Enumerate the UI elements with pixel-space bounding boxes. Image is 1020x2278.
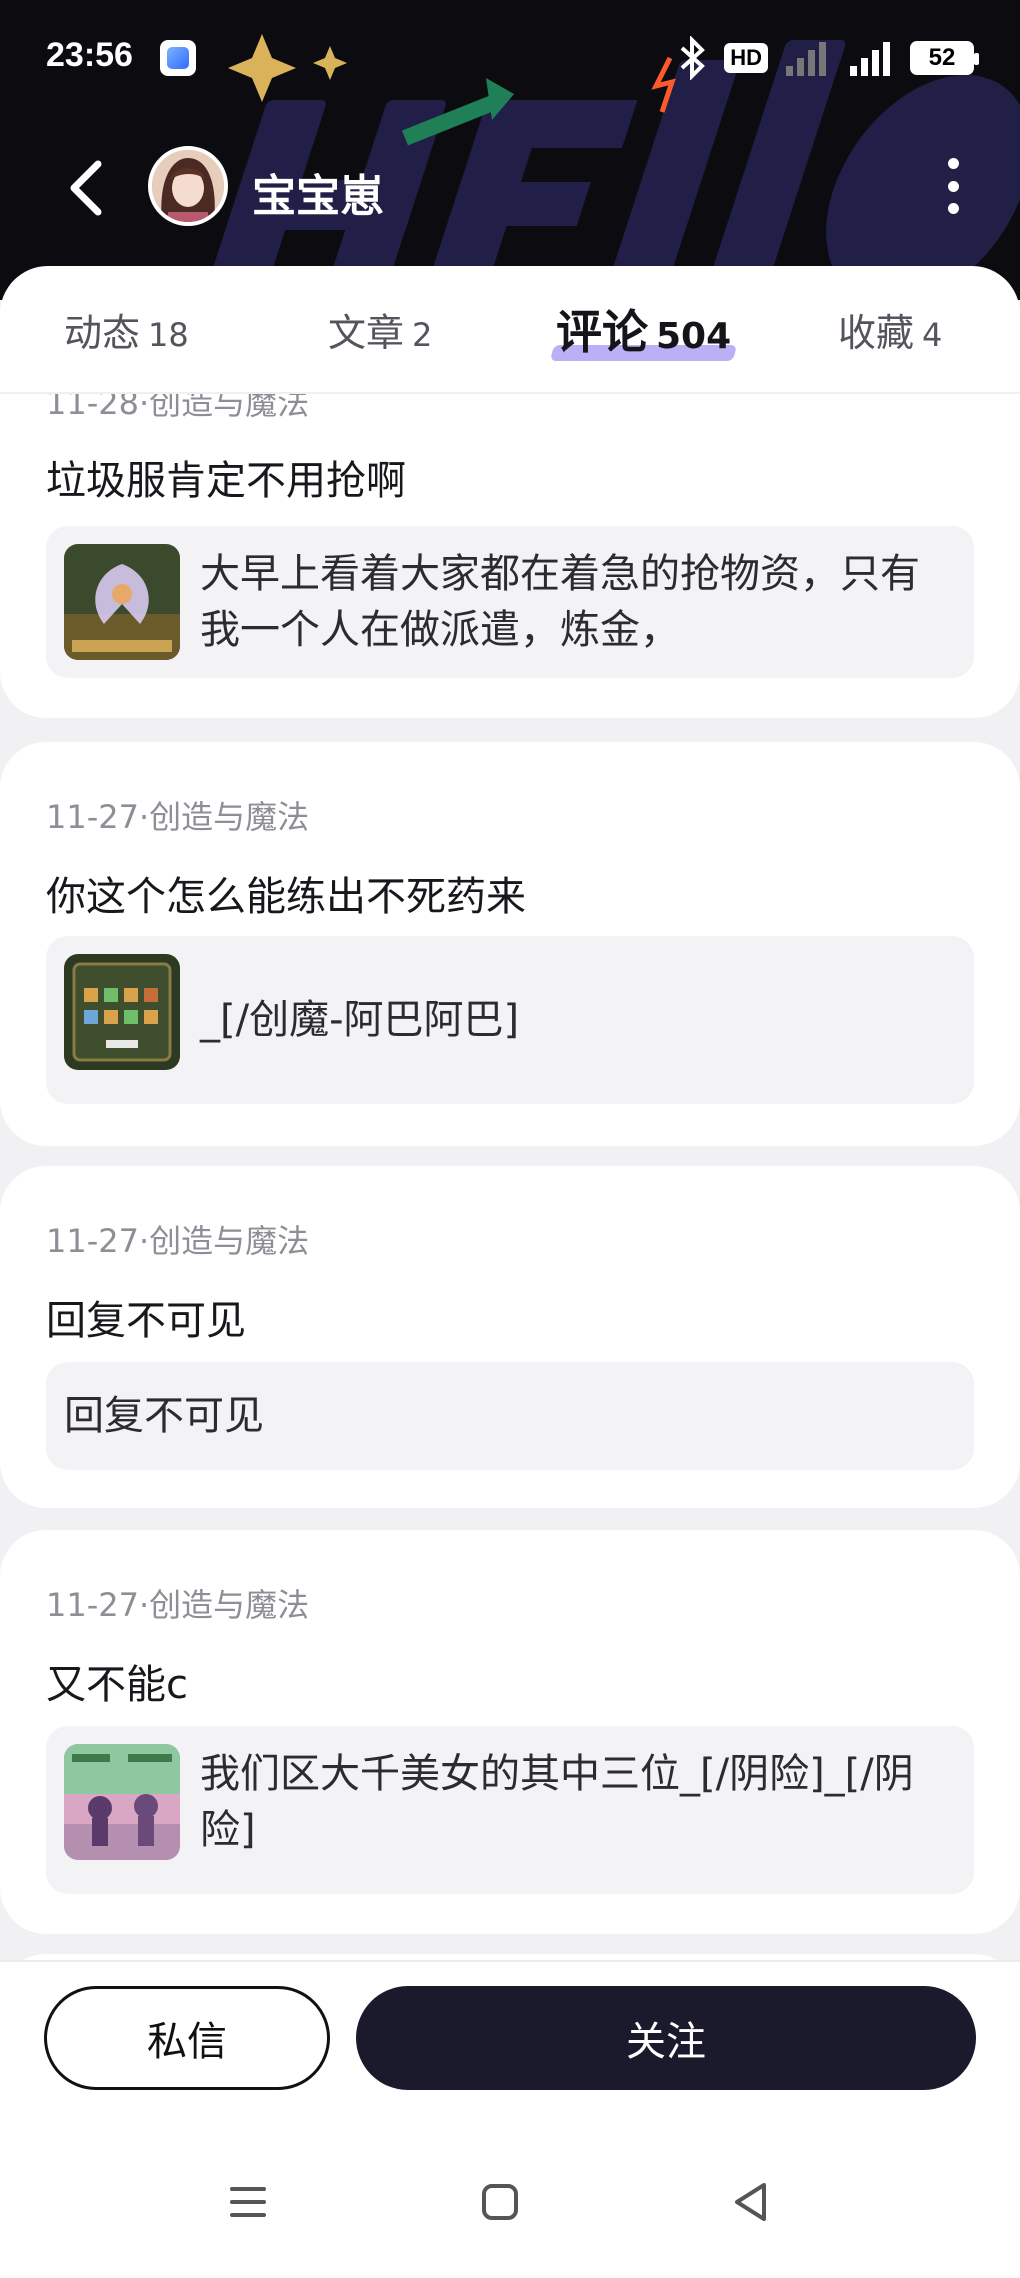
- comment-text: 你这个怎么能练出不死药来: [46, 874, 526, 920]
- quoted-post[interactable]: _[/创魔-阿巴阿巴]: [46, 936, 974, 1104]
- nav-menu-button[interactable]: [218, 2174, 278, 2230]
- quoted-post[interactable]: 我们区大千美女的其中三位_[/阴险]_[/阴险]: [46, 1726, 974, 1894]
- tab-favorites[interactable]: 收藏 4: [838, 302, 942, 357]
- tab-count: 18: [148, 316, 189, 354]
- comment-text: 垃圾服肯定不用抢啊: [46, 458, 406, 504]
- battery-level: 52: [928, 44, 956, 71]
- more-vertical-icon: [947, 158, 959, 169]
- quoted-text: 我们区大千美女的其中三位_[/阴险]_[/阴险]: [200, 1751, 914, 1853]
- tab-count: 4: [922, 316, 943, 354]
- tab-label: 文章: [328, 311, 405, 355]
- username[interactable]: 宝宝崽: [252, 160, 384, 224]
- quoted-text: _[/创魔-阿巴阿巴]: [200, 997, 520, 1043]
- hd-badge: HD: [724, 43, 768, 73]
- signal-icon: [786, 42, 826, 76]
- comments-feed[interactable]: 11-28·创造与魔法 垃圾服肯定不用抢啊 大早上看着大家都在着急的抢物资，只有…: [0, 394, 1020, 1960]
- battery-icon: 52: [910, 41, 979, 75]
- quoted-text: 回复不可见: [64, 1393, 264, 1439]
- private-message-button[interactable]: 私信: [44, 1986, 330, 2090]
- bottom-action-bar: 私信 关注: [0, 1960, 1020, 2278]
- tab-count: 504: [656, 316, 732, 357]
- quoted-post[interactable]: 大早上看着大家都在着急的抢物资，只有我一个人在做派遣，炼金，: [46, 526, 974, 678]
- comment-card[interactable]: 11-27·创造与魔法 你这个怎么能练出不死药来 _[/创魔-阿巴阿巴]: [0, 742, 1020, 1146]
- status-icons: HD 52: [676, 36, 979, 80]
- back-triangle-icon: [735, 2183, 766, 2221]
- comment-text: 回复不可见: [46, 1298, 246, 1344]
- quoted-post[interactable]: 回复不可见: [46, 1362, 974, 1470]
- comment-meta: 11-27·创造与魔法: [46, 1586, 310, 1624]
- avatar-image: [152, 150, 224, 222]
- menu-icon: [230, 2187, 266, 2217]
- status-bar: 23:56 HD 52: [0, 0, 1020, 118]
- comment-meta: 11-27·创造与魔法: [46, 798, 310, 836]
- post-thumbnail: [64, 954, 180, 1070]
- quoted-text: 大早上看着大家都在着急的抢物资，只有我一个人在做派遣，炼金，: [200, 551, 920, 653]
- notification-app-icon: [160, 40, 196, 76]
- tab-count: 2: [412, 316, 433, 354]
- post-thumbnail: [64, 1744, 180, 1860]
- back-arrow-icon: [70, 160, 102, 216]
- status-time: 23:56: [46, 36, 133, 74]
- tab-dynamics[interactable]: 动态 18: [64, 302, 189, 357]
- home-square-icon: [482, 2184, 518, 2220]
- more-options-button[interactable]: [938, 158, 968, 214]
- tab-label: 动态: [64, 311, 141, 355]
- nav-back-button[interactable]: [720, 2174, 780, 2230]
- back-button[interactable]: [56, 150, 116, 226]
- bluetooth-icon: [680, 36, 706, 80]
- comment-card[interactable]: 11-28·创造与魔法 垃圾服肯定不用抢啊 大早上看着大家都在着急的抢物资，只有…: [0, 394, 1020, 718]
- comment-meta: 11-28·创造与魔法: [46, 394, 310, 422]
- post-thumbnail: [64, 544, 180, 660]
- comment-meta: 11-27·创造与魔法: [46, 1222, 310, 1260]
- nav-home-button[interactable]: [470, 2174, 530, 2230]
- comment-text: 又不能c: [46, 1662, 188, 1708]
- profile-tabs: 动态 18 文章 2 评论 504 收藏 4: [0, 266, 1020, 394]
- tab-articles[interactable]: 文章 2: [328, 302, 432, 357]
- profile-header: 23:56 HD 52 宝宝崽: [0, 0, 1020, 300]
- avatar[interactable]: [148, 146, 228, 226]
- follow-button[interactable]: 关注: [356, 1986, 976, 2090]
- signal-4g-icon: [850, 42, 890, 76]
- comment-card[interactable]: 11-27·创造与魔法 又不能c 我们区大千美女的其中三位_[/阴险]_[/阴险…: [0, 1530, 1020, 1934]
- comment-card[interactable]: 11-27·创造与魔法 回复不可见 回复不可见: [0, 1166, 1020, 1508]
- tab-comments[interactable]: 评论 504: [550, 296, 738, 362]
- tab-label: 收藏: [838, 311, 915, 355]
- tab-label: 评论: [556, 305, 648, 359]
